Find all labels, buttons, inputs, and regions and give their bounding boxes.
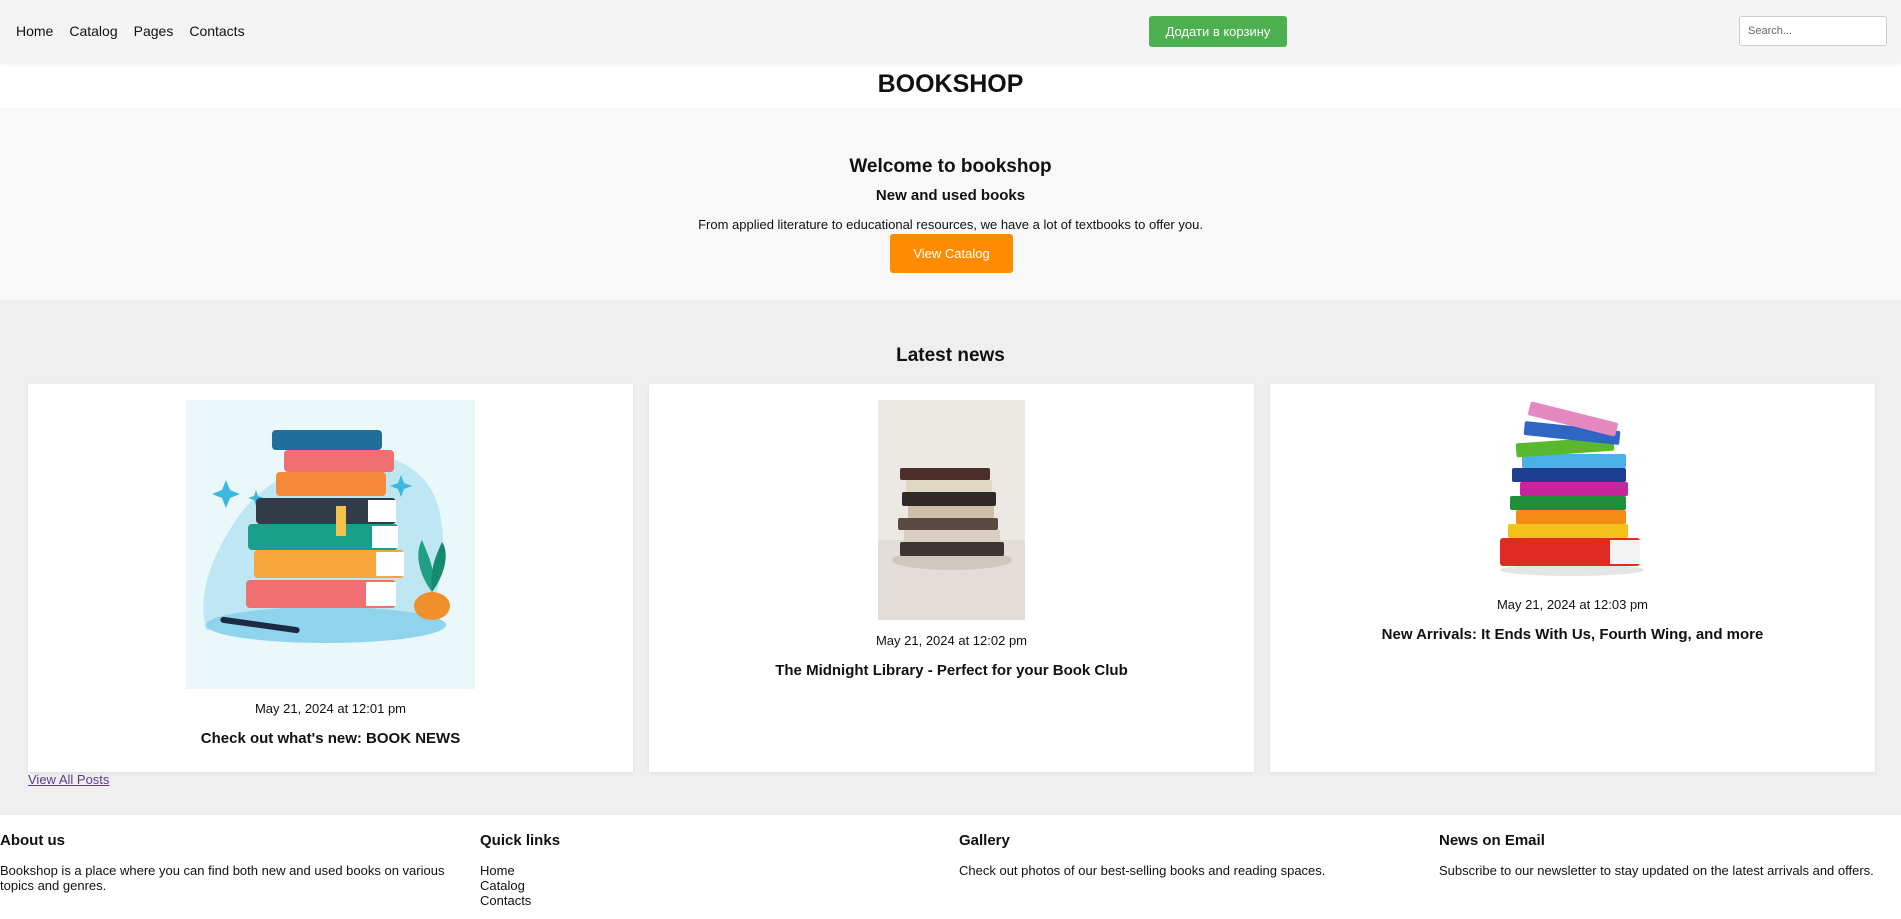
view-catalog-button[interactable]: View Catalog bbox=[890, 234, 1013, 273]
post-title[interactable]: New Arrivals: It Ends With Us, Fourth Wi… bbox=[1270, 626, 1875, 643]
list-item: Catalog bbox=[480, 878, 940, 893]
hero-text: From applied literature to educational r… bbox=[698, 217, 1203, 232]
footer-gallery-text: Check out photos of our best-selling boo… bbox=[959, 863, 1326, 878]
main-nav: Home Catalog Pages Contacts bbox=[16, 23, 245, 39]
footer-newsletter-heading: News on Email bbox=[1439, 832, 1545, 849]
hero-section: Welcome to bookshop New and used books F… bbox=[0, 108, 1901, 300]
footer-link-catalog[interactable]: Catalog bbox=[480, 878, 525, 893]
nav-catalog-link[interactable]: Catalog bbox=[69, 23, 117, 39]
news-card[interactable]: May 21, 2024 at 12:01 pm Check out what'… bbox=[28, 384, 633, 772]
search-input[interactable] bbox=[1739, 16, 1887, 46]
footer-newsletter-text: Subscribe to our newsletter to stay upda… bbox=[1439, 863, 1874, 878]
footer-about-text: Bookshop is a place where you can find b… bbox=[0, 863, 445, 893]
footer-newsletter: News on Email Subscribe to our newslette… bbox=[1439, 832, 1899, 878]
footer-quick-links: Quick links Home Catalog Contacts bbox=[480, 832, 940, 908]
post-title[interactable]: Check out what's new: BOOK NEWS bbox=[28, 730, 633, 747]
post-date: May 21, 2024 at 12:02 pm bbox=[875, 633, 1028, 648]
nav-home-link[interactable]: Home bbox=[16, 23, 53, 39]
news-heading: Latest news bbox=[896, 345, 1005, 366]
footer-gallery: Gallery Check out photos of our best-sel… bbox=[959, 832, 1419, 878]
footer-gallery-heading: Gallery bbox=[959, 832, 1010, 849]
hero-subtitle: New and used books bbox=[875, 187, 1026, 204]
footer-quick-links-heading: Quick links bbox=[480, 832, 561, 849]
view-all-posts-link[interactable]: View All Posts bbox=[28, 772, 109, 787]
footer-about: About us Bookshop is a place where you c… bbox=[0, 832, 460, 893]
top-navbar: Home Catalog Pages Contacts Додати в кор… bbox=[0, 0, 1901, 62]
colorful-books-image bbox=[1490, 400, 1655, 578]
site-title: BOOKSHOP bbox=[877, 70, 1024, 98]
footer-link-home[interactable]: Home bbox=[480, 863, 515, 878]
list-item: Home bbox=[480, 863, 940, 878]
footer: About us Bookshop is a place where you c… bbox=[0, 815, 1901, 919]
footer-link-contacts[interactable]: Contacts bbox=[480, 893, 531, 908]
book-stack-illustration bbox=[186, 400, 475, 689]
footer-links-list: Home Catalog Contacts bbox=[480, 863, 940, 908]
news-card[interactable]: May 21, 2024 at 12:02 pm The Midnight Li… bbox=[649, 384, 1254, 772]
hero-title: Welcome to bookshop bbox=[849, 156, 1052, 177]
nav-pages-link[interactable]: Pages bbox=[134, 23, 174, 39]
add-to-cart-button[interactable]: Додати в корзину bbox=[1149, 16, 1287, 47]
post-date: May 21, 2024 at 12:03 pm bbox=[1496, 597, 1649, 612]
latest-news-section: Latest news May 21, 2024 at 12:01 pm Che… bbox=[0, 300, 1901, 815]
post-date: May 21, 2024 at 12:01 pm bbox=[254, 701, 407, 716]
book-stack-photo bbox=[878, 400, 1025, 620]
news-card[interactable]: May 21, 2024 at 12:03 pm New Arrivals: I… bbox=[1270, 384, 1875, 772]
nav-contacts-link[interactable]: Contacts bbox=[189, 23, 244, 39]
post-title[interactable]: The Midnight Library - Perfect for your … bbox=[649, 662, 1254, 679]
footer-about-heading: About us bbox=[0, 832, 65, 849]
list-item: Contacts bbox=[480, 893, 940, 908]
